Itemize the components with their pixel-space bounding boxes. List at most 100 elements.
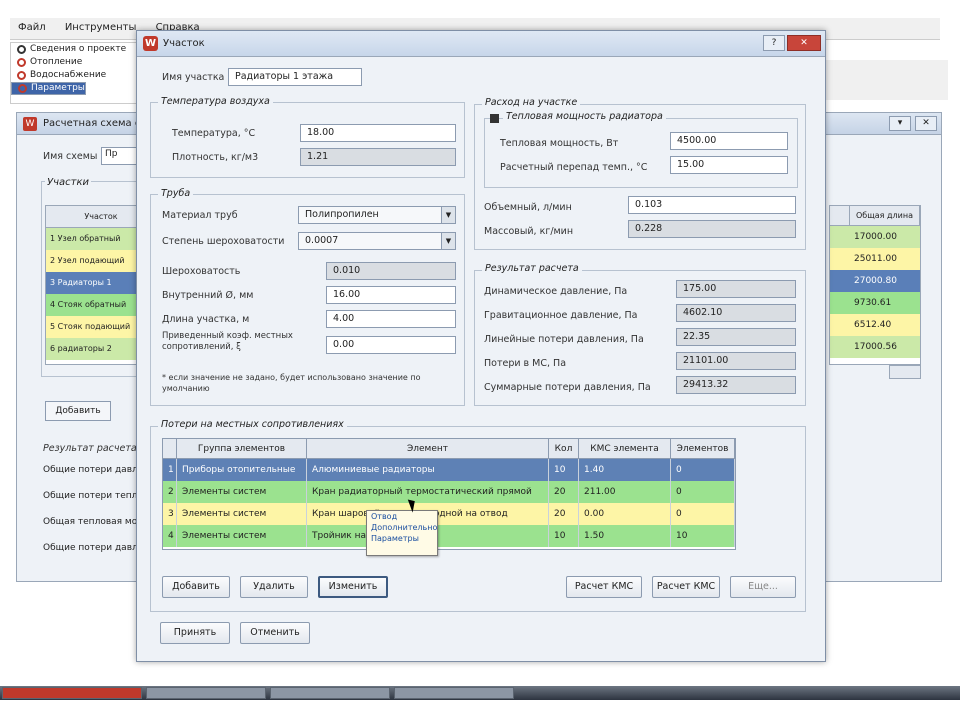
default-value-note: * если значение не задано, будет использ…	[162, 373, 421, 393]
delta-temp-field[interactable]: 15.00	[670, 156, 788, 174]
material-select[interactable]: Полипропилен ▼	[298, 206, 456, 224]
chevron-down-icon[interactable]: ▼	[441, 233, 455, 249]
taskbar-item[interactable]	[2, 687, 142, 699]
table-cell: 2	[163, 481, 177, 503]
delete-element-button[interactable]: Удалить	[240, 576, 308, 598]
close-icon[interactable]: ✕	[915, 116, 937, 131]
chevron-down-icon[interactable]: ▼	[441, 207, 455, 223]
add-section-button[interactable]: Добавить	[45, 401, 111, 421]
table-row[interactable]: 17000.00	[830, 226, 920, 248]
radiator-power-title: Тепловая мощность радиатора	[503, 111, 666, 122]
results-title: Результат расчета	[43, 443, 137, 454]
table-cell: 10	[549, 525, 579, 547]
change-element-button[interactable]: Изменить	[318, 576, 388, 598]
gravity-pressure-field: 4602.10	[676, 304, 796, 322]
radiator-power-checkbox[interactable]	[490, 114, 499, 123]
table-cell: 0	[671, 459, 735, 481]
table-row[interactable]: 1 Приборы отопительные Алюминиевые радиато…	[163, 459, 735, 481]
background-panel	[826, 60, 948, 100]
length-field[interactable]: 4.00	[326, 310, 456, 328]
taskbar-item[interactable]	[146, 687, 266, 699]
linear-loss-label: Линейные потери давления, Па	[484, 334, 644, 345]
menu-item-project[interactable]: Сведения о проекте	[11, 43, 139, 56]
table-cell: 1	[163, 459, 177, 481]
total-loss-field: 29413.32	[676, 376, 796, 394]
table-cell: 20	[549, 503, 579, 525]
table-cell: 3	[163, 503, 177, 525]
circle-icon	[18, 84, 27, 93]
tooltip-item[interactable]: Отвод	[367, 511, 437, 522]
radiator-power-subgroup	[484, 118, 798, 188]
power-label: Тепловая мощность, Вт	[500, 138, 619, 149]
table-cell: 1.40	[579, 459, 671, 481]
circle-icon	[17, 71, 26, 80]
table-cell: Элементы систем	[177, 481, 307, 503]
calc-kms-alt-button[interactable]: Расчет КМС	[652, 576, 720, 598]
table-cell: 10	[549, 459, 579, 481]
linear-loss-field: 22.35	[676, 328, 796, 346]
scheme-name-label: Имя схемы	[43, 151, 98, 162]
table-cell: 0.00	[579, 503, 671, 525]
cancel-button[interactable]: Отменить	[240, 622, 310, 644]
roughness-grade-label: Степень шероховатости	[162, 236, 285, 247]
close-icon[interactable]: ✕	[787, 35, 821, 51]
menu-item-heating[interactable]: Отопление	[11, 56, 139, 69]
taskbar-item[interactable]	[394, 687, 514, 699]
menu-item-params[interactable]: Параметры	[11, 82, 86, 95]
menu-item-water[interactable]: Водоснабжение	[11, 69, 139, 82]
calc-result-title: Результат расчета	[482, 263, 582, 274]
tooltip-item[interactable]: Параметры	[367, 533, 437, 544]
table-row[interactable]: 6512.40	[830, 314, 920, 336]
table-cell: 0	[671, 503, 735, 525]
material-label: Материал труб	[162, 210, 238, 221]
table-cell: 0	[671, 481, 735, 503]
equiv-coef-field[interactable]: 0.00	[326, 336, 456, 354]
tooltip-item[interactable]: Дополнительно	[367, 522, 437, 533]
local-loss-label: Потери в МС, Па	[484, 358, 567, 369]
dynamic-pressure-field: 175.00	[676, 280, 796, 298]
circle-icon	[17, 58, 26, 67]
temperature-field[interactable]: 18.00	[300, 124, 456, 142]
diameter-field[interactable]: 16.00	[326, 286, 456, 304]
result-label: Общие потери тепла	[43, 491, 143, 501]
add-element-button[interactable]: Добавить	[162, 576, 230, 598]
taskbar-item[interactable]	[270, 687, 390, 699]
local-resistance-table: Группа элементов Элемент Кол КМС элемент…	[162, 438, 736, 550]
section-name-field[interactable]: Радиаторы 1 этажа	[228, 68, 362, 86]
menu-file[interactable]: Файл	[10, 18, 54, 37]
power-field[interactable]: 4500.00	[670, 132, 788, 150]
roughness-field: 0.010	[326, 262, 456, 280]
minimize-icon[interactable]: ▾	[889, 116, 911, 131]
delta-temp-label: Расчетный перепад темп., °С	[500, 162, 648, 173]
volume-flow-field[interactable]: 0.103	[628, 196, 796, 214]
roughness-grade-select[interactable]: 0.0007 ▼	[298, 232, 456, 250]
air-temperature-title: Температура воздуха	[158, 96, 273, 107]
horizontal-scrollbar[interactable]	[889, 365, 921, 379]
local-resistance-title: Потери на местных сопротивлениях	[158, 419, 347, 430]
apply-button[interactable]: Принять	[160, 622, 230, 644]
table-row[interactable]: 9730.61	[830, 292, 920, 314]
calc-kms-button[interactable]: Расчет КМС	[566, 576, 642, 598]
table-row[interactable]: 27000.80	[830, 270, 920, 292]
background-dropdown-menu: Сведения о проекте Отопление Водоснабжен…	[10, 42, 140, 104]
temperature-label: Температура, °С	[172, 128, 256, 139]
table-row[interactable]: 25011.00	[830, 248, 920, 270]
table-row[interactable]: 2 Элементы систем Кран радиаторный термост…	[163, 481, 735, 503]
more-button[interactable]: Еще...	[730, 576, 796, 598]
table-header: Группа элементов Элемент Кол КМС элемент…	[163, 439, 735, 459]
mass-flow-label: Массовый, кг/мин	[484, 226, 574, 237]
table-row[interactable]: 17000.56	[830, 336, 920, 358]
table-cell: 211.00	[579, 481, 671, 503]
help-icon[interactable]: ?	[763, 35, 785, 51]
local-loss-field: 21101.00	[676, 352, 796, 370]
table-cell: Элементы систем	[177, 503, 307, 525]
table-row[interactable]: 3Элементы системКран шаровой полнопроход…	[163, 503, 735, 525]
length-table: Общая длина 17000.00 25011.00 27000.80 9…	[829, 205, 921, 365]
table-row[interactable]: 4Элементы системТройник на ответвление10…	[163, 525, 735, 547]
scheme-name-field[interactable]: Пр	[101, 147, 141, 165]
table-cell: Приборы отопительные	[177, 459, 307, 481]
circle-icon	[17, 45, 26, 54]
menu-tools[interactable]: Инструменты	[57, 18, 145, 37]
table-cell: 10	[671, 525, 735, 547]
density-label: Плотность, кг/м3	[172, 152, 259, 163]
